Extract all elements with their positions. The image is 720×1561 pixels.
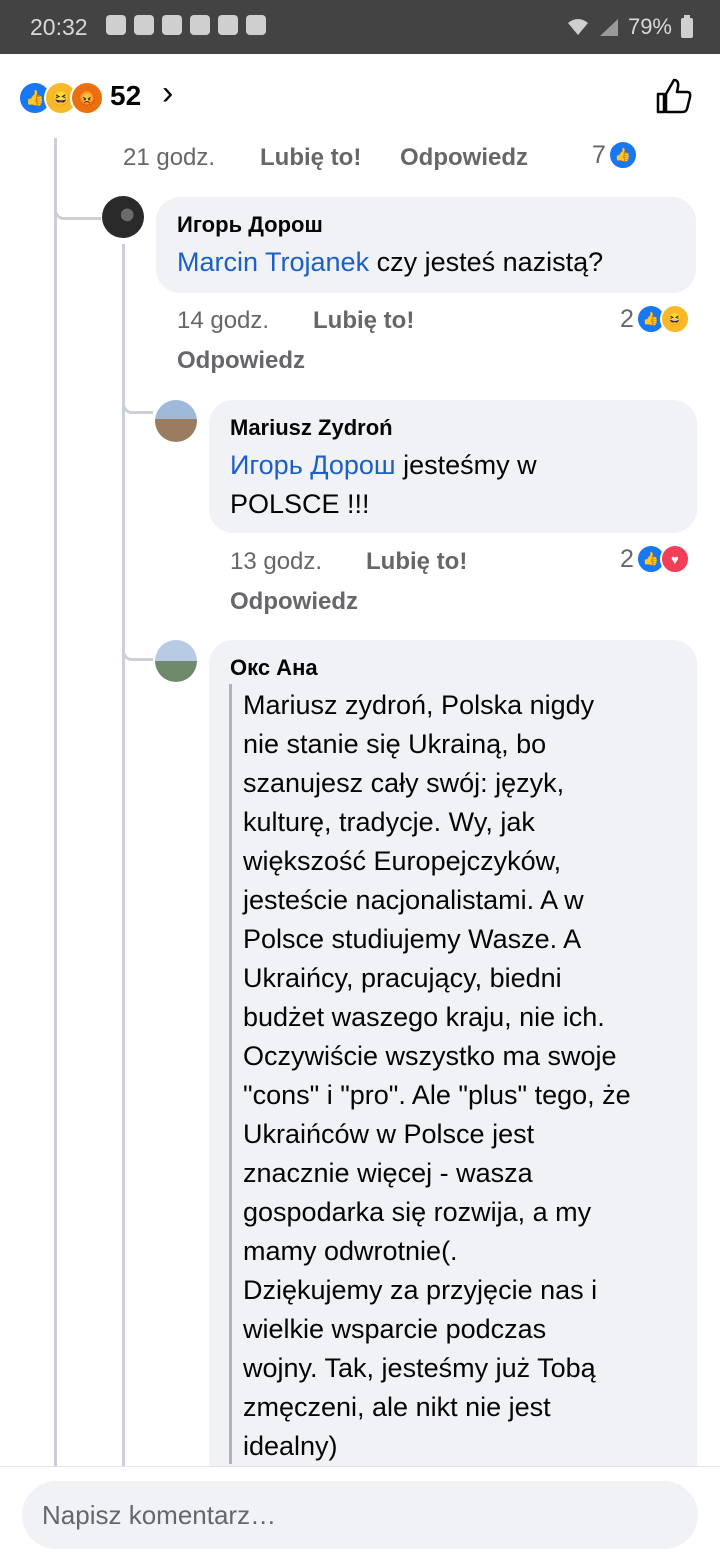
like-thumb-icon[interactable] [654, 76, 694, 116]
reaction-summary[interactable]: 7 👍 [592, 140, 638, 170]
battery-percent: 79% [627, 14, 672, 39]
thread-line-outer [54, 138, 57, 1468]
comment-text: Игорь Дорош jesteśmy w POLSCE !!! [230, 450, 537, 519]
comments-sheet: 👍 😆 😡 52 › 21 godz. Lubię to! Odpowiedz … [0, 54, 720, 1560]
comment-line: gospodarka się rozwija, a my [243, 1197, 592, 1227]
app-icon [162, 15, 182, 35]
comment-line: Polsce studiujemy Wasze. A [243, 924, 582, 954]
reaction-summary[interactable]: 2 👍 ♥ [620, 544, 690, 574]
reaction-icons[interactable]: 👍 😆 😡 [18, 81, 104, 115]
comment-time: 21 godz. [123, 144, 216, 171]
comment-line: mamy odwrotnie(. [243, 1236, 458, 1266]
reply-link[interactable]: Odpowiedz [177, 347, 305, 375]
comment-line: zmęczeni, ale nikt nie jest [243, 1392, 551, 1422]
reply-link[interactable]: Odpowiedz [230, 588, 358, 616]
reply-link[interactable]: Odpowiedz [400, 144, 528, 172]
reaction-summary-count: 2 [620, 544, 634, 573]
comment-text: Marcin Trojanek czy jesteś nazistą? [177, 247, 604, 277]
comment-line: Ukraińcy, pracujący, biedni [243, 963, 562, 993]
reaction-summary-count: 7 [592, 140, 606, 169]
comment-author[interactable]: Игорь Дорош [177, 212, 323, 238]
reaction-summary[interactable]: 2 👍 😆 [620, 304, 690, 334]
comment-text: Mariusz zydroń, Polska nigdy nie stanie s… [243, 686, 631, 1466]
signal-icon [599, 19, 618, 36]
thread-hook-1 [54, 138, 101, 220]
status-time: 20:32 [30, 14, 88, 40]
thread-line-inner [122, 244, 125, 1468]
comment-line: większość Europejczyków, [243, 846, 562, 876]
cloud-icon [246, 15, 266, 35]
chevron-right-icon[interactable]: › [162, 74, 173, 113]
haha-reaction-icon: 😆 [659, 304, 690, 334]
comment-time: 14 godz. [177, 307, 270, 334]
angry-reaction-icon: 😡 [70, 81, 104, 115]
avatar[interactable] [155, 400, 197, 442]
mention-link[interactable]: Игорь Дорош [230, 450, 396, 480]
comment-line: jesteście nacjonalistami. A w [243, 885, 584, 915]
comment-line: budżet waszego kraju, nie ich. [243, 1002, 605, 1032]
comment-line: Oczywiście wszystko ma swoje [243, 1041, 617, 1071]
comment-input[interactable]: Napisz komentarz… [22, 1481, 698, 1549]
like-link[interactable]: Lubię to! [366, 548, 467, 576]
like-link[interactable]: Lubię to! [260, 144, 361, 172]
comment-line: idealny) [243, 1431, 338, 1461]
notification-icons [106, 15, 266, 35]
like-link[interactable]: Lubię to! [313, 307, 414, 335]
wifi-icon [567, 19, 588, 35]
avatar[interactable] [155, 640, 197, 682]
comment-composer: Napisz komentarz… [0, 1466, 720, 1561]
status-bar: 20:32 79% [0, 0, 720, 54]
reaction-summary-count: 2 [620, 304, 634, 333]
reaction-count[interactable]: 52 [110, 80, 141, 112]
status-right: 79% [566, 14, 694, 40]
battery-saver-icon [218, 15, 238, 35]
comment-author[interactable]: Mariusz Zydroń [230, 415, 393, 441]
thread-hook-3 [122, 614, 153, 661]
battery-icon [681, 15, 693, 38]
comment-line: nie stanie się Ukrainą, bo [243, 729, 547, 759]
mention-link[interactable]: Marcin Trojanek [177, 247, 369, 277]
quote-bar [229, 684, 232, 1464]
comment-line: Dziękujemy za przyjęcie nas i [243, 1275, 598, 1305]
reactions-header: 👍 😆 😡 52 › [0, 54, 720, 138]
comment-line: Ukraińców w Polsce jest [243, 1119, 535, 1149]
comment-line: Mariusz zydroń, Polska nigdy [243, 690, 595, 720]
comment-author[interactable]: Окс Ана [230, 655, 318, 681]
comment-line: "cons" i "pro". Ale "plus" tego, że [243, 1080, 631, 1110]
avatar[interactable] [102, 196, 144, 238]
comment-time: 13 godz. [230, 548, 323, 575]
comment-line: szanujesz cały swój: język, [243, 768, 565, 798]
comment-line: znacznie więcej - wasza [243, 1158, 533, 1188]
love-reaction-icon: ♥ [659, 544, 690, 574]
comment-line: kulturę, tradycje. Wy, jak [243, 807, 535, 837]
message-icon [106, 15, 126, 35]
comment-line: wojny. Tak, jesteśmy już Tobą [243, 1353, 596, 1383]
news-icon [134, 15, 154, 35]
like-reaction-icon: 👍 [607, 140, 638, 170]
comment-line: wielkie wsparcie podczas [243, 1314, 547, 1344]
thread-hook-2 [122, 364, 153, 414]
youtube-icon [190, 15, 210, 35]
